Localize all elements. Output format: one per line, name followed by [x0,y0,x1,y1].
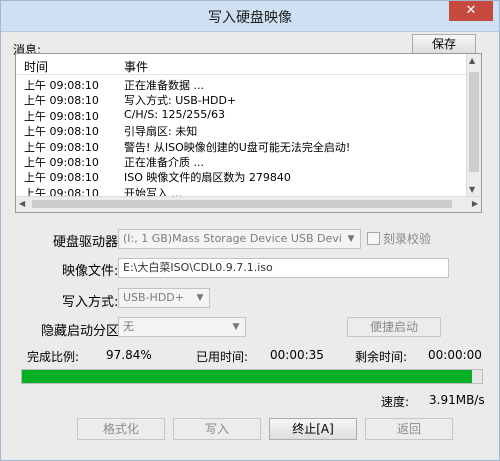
close-icon[interactable]: ✕ [449,1,493,21]
log-rows: 上午 09:08:10 正在准备数据 ... 上午 09:08:10 写入方式: U… [16,76,468,200]
completion-value: 97.84% [106,348,152,362]
time-column-header: 时间 [24,60,49,74]
completion-label: 完成比例: [27,350,80,364]
elapsed-value: 00:00:35 [270,348,324,362]
scroll-right-icon[interactable]: ▶ [472,199,478,208]
image-file-field[interactable]: E:\大白菜ISO\CDL0.9.7.1.iso [118,258,449,278]
log-row: 上午 09:08:10 ISO 映像文件的扇区数为 279840 [24,171,291,185]
drive-select[interactable]: (I:, 1 GB)Mass Storage Device USB Devi ▼ [118,229,361,249]
drive-select-value: (I:, 1 GB)Mass Storage Device USB Devi [123,232,342,245]
write-button[interactable]: 写入 [173,418,261,440]
remaining-value: 00:00:00 [428,348,482,362]
event-column-header: 事件 [124,60,149,74]
hidden-partition-value: 无 [123,320,134,333]
format-button[interactable]: 格式化 [77,418,165,440]
vertical-scrollbar[interactable]: ▲ ▼ [466,54,481,196]
write-method-value: USB-HDD+ [123,291,184,304]
chevron-down-icon: ▼ [232,322,240,332]
scroll-down-icon[interactable]: ▼ [469,185,475,194]
hidden-partition-label: 隐藏启动分区: [41,324,124,339]
log-row: 上午 09:08:10 正在准备数据 ... [24,79,204,92]
scroll-left-icon[interactable]: ◀ [19,199,25,208]
save-button[interactable]: 保存 [412,34,476,54]
scroll-up-icon[interactable]: ▲ [469,56,475,65]
log-row: 上午 09:08:10 警告! 从ISO映像创建的U盘可能无法完全启动! [24,140,351,154]
horizontal-scroll-thumb[interactable] [32,200,452,208]
log-row: 上午 09:08:10 正在准备介质 ... [24,155,204,169]
log-header: 时间 事件 [16,54,468,75]
quick-boot-button[interactable]: 便捷启动 [347,317,441,337]
log-row: 上午 09:08:10 引导扇区: 未知 [24,125,198,139]
return-button[interactable]: 返回 [365,418,453,440]
verify-label: 刻录校验 [383,232,432,246]
log-row: 上午 09:08:10 写入方式: USB-HDD+ [24,94,237,108]
progress-fill [22,370,473,383]
elapsed-label: 已用时间: [196,350,249,364]
horizontal-scrollbar[interactable]: ◀ ▶ [16,196,481,212]
drive-label: 硬盘驱动器: [53,235,123,250]
chevron-down-icon: ▼ [196,293,204,303]
remaining-label: 剩余时间: [355,350,408,364]
write-progress-bar [21,369,483,384]
speed-label: 速度: [381,395,410,409]
write-method-select[interactable]: USB-HDD+ ▼ [118,288,210,308]
verify-checkbox[interactable] [367,232,380,245]
speed-value: 3.91MB/s [429,393,485,407]
window-title: 写入硬盘映像 [208,10,292,26]
stop-button[interactable]: 终止[A] [269,418,357,440]
vertical-scroll-thumb[interactable] [469,72,479,172]
image-file-label: 映像文件: [62,264,119,279]
write-method-label: 写入方式: [62,295,119,310]
write-disk-image-dialog: 写入硬盘映像 ✕ 消息: 保存 时间 事件 上午 09:08:10 正在准备数据 … [0,0,500,461]
title-bar: 写入硬盘映像 ✕ [1,1,499,32]
chevron-down-icon: ▼ [347,234,355,244]
hidden-partition-select[interactable]: 无 ▼ [118,317,246,337]
log-row: 上午 09:08:10 C/H/S: 125/255/63 [24,107,225,123]
message-log[interactable]: 时间 事件 上午 09:08:10 正在准备数据 ... 上午 09:08:10 写… [15,53,482,213]
